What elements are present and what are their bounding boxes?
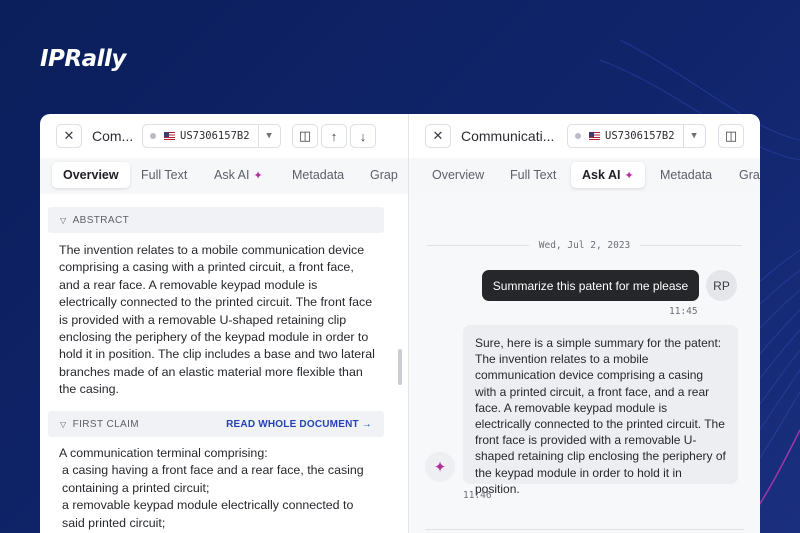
columns-icon: ◫	[724, 128, 738, 143]
close-icon: ✕	[63, 128, 75, 143]
us-flag-icon	[164, 132, 175, 140]
abstract-text: The invention relates to a mobile commun…	[59, 243, 375, 397]
ai-sparkle-icon: ✦	[253, 169, 263, 182]
next-button[interactable]: ↓	[350, 124, 376, 148]
claim-line: a casing having a front face and a rear …	[62, 463, 364, 495]
tab-overview[interactable]: Overview	[421, 162, 495, 188]
arrow-right-icon: →	[361, 418, 372, 430]
user-message-time: 11:45	[669, 306, 698, 317]
status-dot	[150, 133, 156, 139]
patent-selector[interactable]: US7306157B2 ▼	[142, 124, 281, 148]
chat-input-edge[interactable]	[425, 529, 744, 533]
abstract-section-header[interactable]: ▽ ABSTRACT	[48, 207, 384, 233]
split-view-button[interactable]: ◫	[292, 124, 318, 148]
tab-graph[interactable]: Grap	[728, 162, 760, 188]
previous-button[interactable]: ↑	[321, 124, 347, 148]
app-window: ✕ Com... US7306157B2 ▼ ◫ ↑ ↓ Overview Fu…	[40, 114, 760, 533]
read-whole-document-link[interactable]: READ WHOLE DOCUMENT →	[226, 419, 372, 430]
right-toolbar: ✕ Communicati... US7306157B2 ▼ ◫	[409, 114, 760, 158]
tab-graph[interactable]: Grap	[359, 162, 408, 188]
close-button[interactable]: ✕	[425, 124, 451, 148]
chevron-down-icon[interactable]: ▼	[257, 125, 280, 147]
scrollbar-thumb[interactable]	[398, 349, 402, 385]
close-icon: ✕	[432, 128, 444, 143]
ai-sparkle-icon: ✦	[624, 169, 634, 182]
columns-icon: ◫	[298, 128, 312, 143]
ai-message-time: 11:46	[463, 490, 492, 501]
tab-ask-ai[interactable]: Ask AI ✦	[571, 162, 645, 188]
split-view-button[interactable]: ◫	[718, 124, 744, 148]
chevron-down-icon[interactable]: ▼	[682, 125, 705, 147]
date-separator: Wed, Jul 2, 2023	[427, 238, 743, 252]
iprally-logo: IPRally	[40, 46, 126, 72]
patent-number: US7306157B2	[180, 130, 250, 142]
close-button[interactable]: ✕	[56, 124, 82, 148]
arrow-down-icon: ↓	[359, 128, 367, 144]
document-title: Communicati...	[461, 128, 555, 144]
status-dot	[575, 133, 581, 139]
patent-selector[interactable]: US7306157B2 ▼	[567, 124, 706, 148]
ai-sparkle-icon: ✦	[425, 452, 455, 482]
document-title: Com...	[92, 128, 134, 144]
user-message-bubble: Summarize this patent for me please	[482, 270, 699, 301]
chevron-down-icon: ▽	[60, 215, 67, 225]
tab-full-text[interactable]: Full Text	[499, 162, 567, 188]
right-chat-pane: ✕ Communicati... US7306157B2 ▼ ◫ Overvie…	[408, 114, 760, 533]
chevron-down-icon: ▽	[60, 419, 67, 429]
avatar: RP	[706, 270, 737, 301]
right-tabs: Overview Full Text Ask AI✦ Metadata Grap	[409, 162, 760, 190]
chat-area: Wed, Jul 2, 2023 Summarize this patent f…	[409, 194, 760, 533]
left-document-pane: ✕ Com... US7306157B2 ▼ ◫ ↑ ↓ Overview Fu…	[40, 114, 408, 533]
tab-overview[interactable]: Overview	[52, 162, 130, 188]
first-claim-text: A communication terminal comprising: a c…	[59, 445, 377, 532]
first-claim-section-header[interactable]: ▽ FIRST CLAIM READ WHOLE DOCUMENT →	[48, 411, 384, 437]
patent-number: US7306157B2	[605, 130, 675, 142]
us-flag-icon	[589, 132, 600, 140]
ai-message-bubble: Sure, here is a simple summary for the p…	[463, 325, 738, 496]
tab-metadata[interactable]: Metadata	[649, 162, 723, 188]
left-tabs: Overview Full Text Ask AI ✦ Metadata Grap	[40, 162, 408, 190]
claim-line: a removable keypad module electrically c…	[62, 498, 354, 530]
arrow-up-icon: ↑	[330, 128, 338, 144]
tab-ask-ai[interactable]: Ask AI ✦	[203, 162, 274, 188]
tab-full-text[interactable]: Full Text	[130, 162, 198, 188]
left-toolbar: ✕ Com... US7306157B2 ▼ ◫ ↑ ↓	[40, 114, 408, 158]
chat-date: Wed, Jul 2, 2023	[538, 239, 631, 251]
tab-metadata[interactable]: Metadata	[281, 162, 355, 188]
claim-line: A communication terminal comprising:	[59, 446, 268, 460]
